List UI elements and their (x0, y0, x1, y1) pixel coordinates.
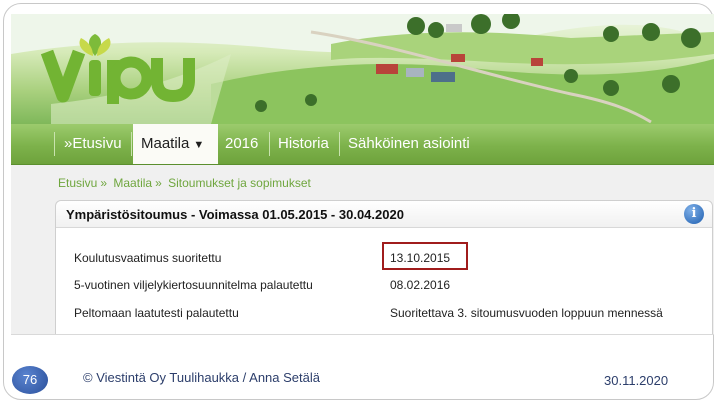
chevron-down-icon: ▼ (193, 139, 205, 151)
nav-historia[interactable]: Historia (270, 124, 337, 164)
nav-sahkoinen-asiointi[interactable]: Sähköinen asiointi (340, 124, 478, 164)
info-icon[interactable]: i (684, 204, 704, 224)
breadcrumb: Etusivu» Maatila» Sitoumukset ja sopimuk… (58, 176, 311, 190)
footer-divider (11, 334, 714, 335)
browser-screenshot: »Etusivu Maatila ▼ 2016 Historia Sähköine… (11, 14, 714, 334)
breadcrumb-etusivu[interactable]: Etusivu (58, 176, 97, 190)
main-navigation: »Etusivu Maatila ▼ 2016 Historia Sähköine… (11, 124, 714, 165)
footer-date: 30.11.2020 (604, 373, 669, 388)
page-number-badge: 76 (12, 366, 48, 394)
vipu-logo-graphic (40, 34, 195, 104)
breadcrumb-maatila[interactable]: Maatila (113, 176, 152, 190)
row-label-viljelykierto: 5-vuotinen viljelykiertosuunnitelma pala… (74, 278, 313, 292)
row-value-viljelykierto: 08.02.2016 (390, 278, 451, 292)
nav-2016[interactable]: 2016 (217, 124, 266, 164)
panel-header: Ympäristösitoumus - Voimassa 01.05.2015 … (56, 201, 712, 228)
row-value-koulutus: 13.10.2015 (390, 251, 451, 265)
row-label-koulutus: Koulutusvaatimus suoritettu (74, 251, 222, 265)
nav-maatila-label: Maatila (141, 135, 190, 152)
nav-maatila[interactable]: Maatila ▼ (133, 124, 218, 164)
breadcrumb-current[interactable]: Sitoumukset ja sopimukset (168, 176, 311, 190)
row-value-peltomaa: Suoritettava 3. sitoumusvuoden loppuun m… (390, 306, 663, 320)
breadcrumb-separator: » (100, 176, 108, 190)
header-banner (11, 14, 714, 124)
row-label-peltomaa: Peltomaan laatutesti palautettu (74, 306, 239, 320)
panel-title: Ympäristösitoumus - Voimassa 01.05.2015 … (66, 207, 404, 222)
nav-separator (131, 132, 132, 156)
nav-separator (54, 132, 55, 156)
breadcrumb-separator: » (155, 176, 162, 190)
copyright-text: © Viestintä Oy Tuulihaukka / Anna Setälä (83, 370, 320, 385)
commitment-panel: Ympäristösitoumus - Voimassa 01.05.2015 … (55, 200, 713, 334)
nav-etusivu[interactable]: »Etusivu (56, 124, 130, 164)
